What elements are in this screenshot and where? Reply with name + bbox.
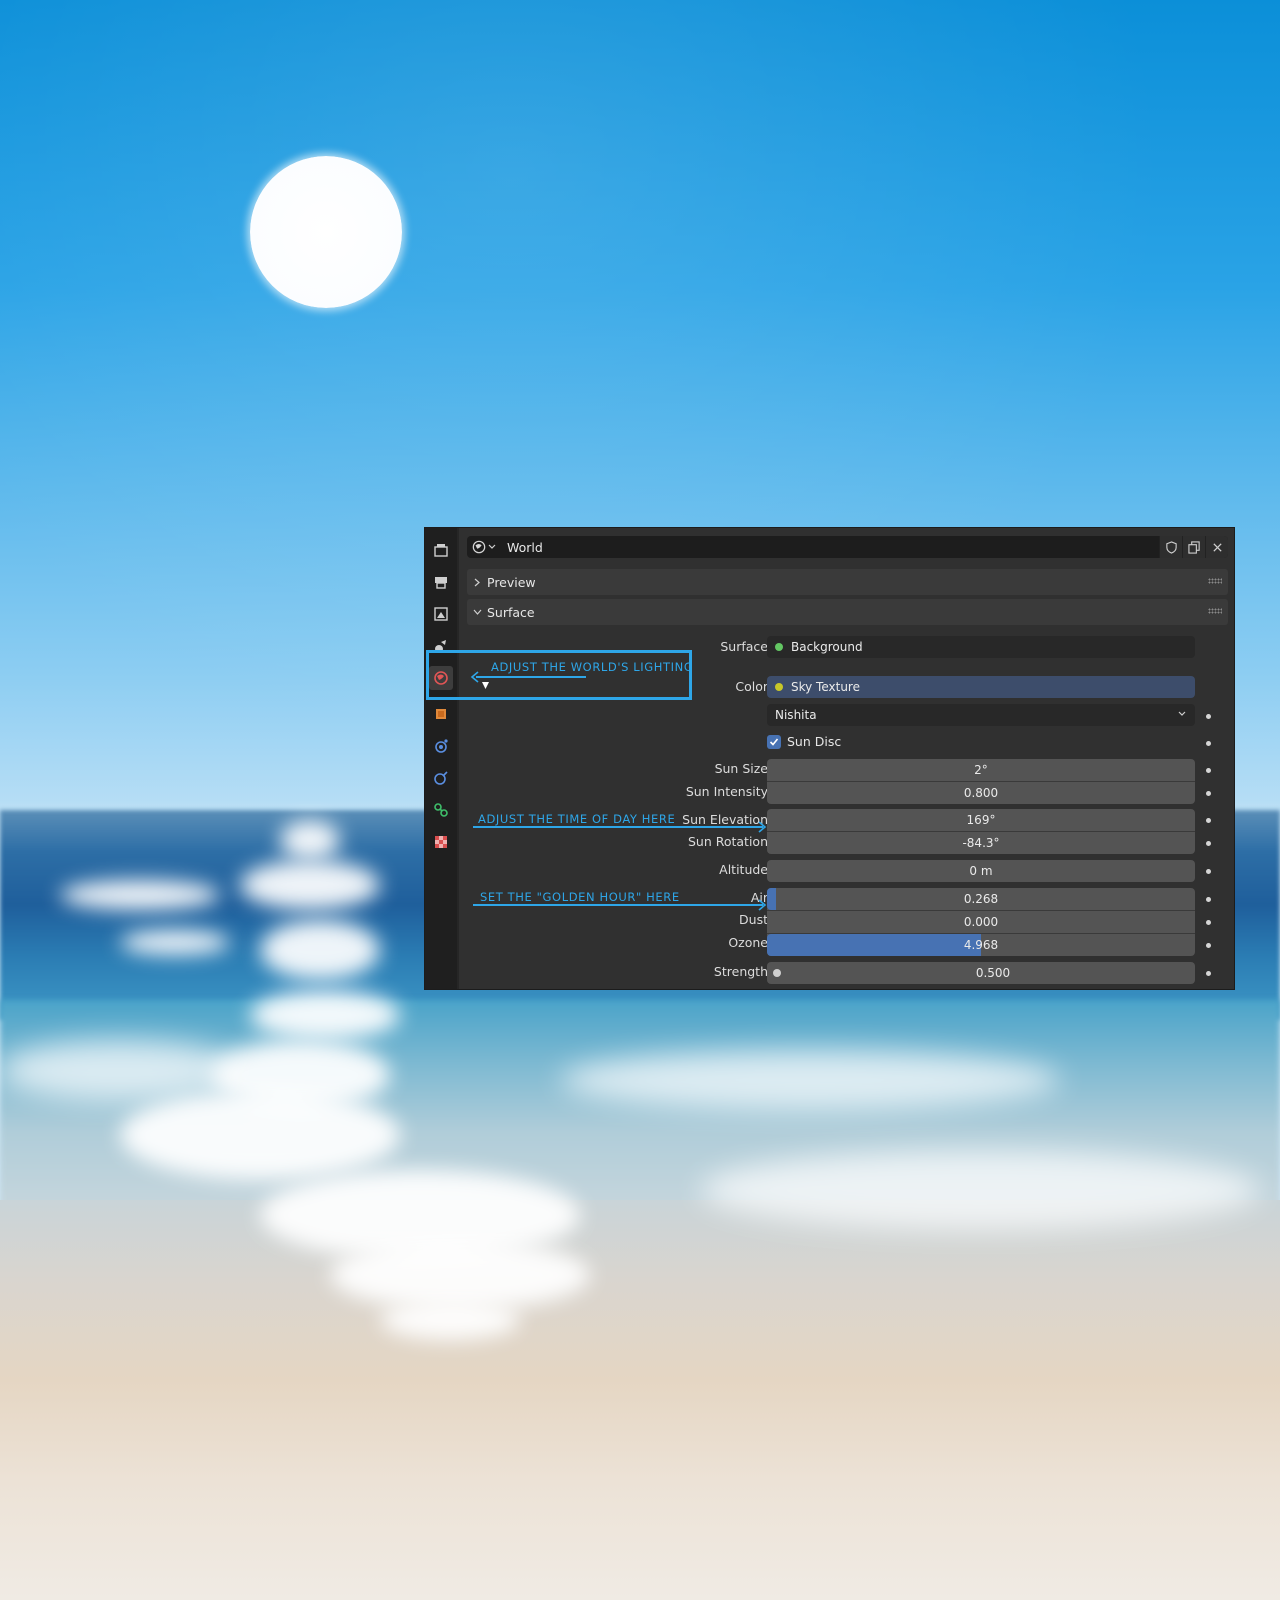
world-browse-button[interactable]: [467, 536, 501, 558]
golden-hour-annotation: SET THE "GOLDEN HOUR" HERE: [480, 890, 680, 904]
sky-type-dropdown[interactable]: Nishita: [767, 704, 1195, 726]
keyframe-dot-icon[interactable]: [1206, 943, 1211, 948]
water-glint: [260, 920, 380, 980]
sun-size-label: Sun Size: [714, 761, 768, 776]
render-tab-icon[interactable]: [429, 538, 453, 562]
view-layer-tab-icon[interactable]: [429, 602, 453, 626]
keyframe-dot-icon[interactable]: [1206, 920, 1211, 925]
duplicate-icon[interactable]: [1182, 536, 1205, 558]
color-socket-icon: [775, 683, 783, 691]
arrow-right-icon: [758, 821, 767, 833]
color-label: Color: [735, 679, 768, 694]
keyframe-dot-icon[interactable]: [1206, 971, 1211, 976]
ozone-label: Ozone: [728, 935, 768, 950]
water-glint: [380, 1300, 520, 1340]
physics-tab-icon[interactable]: [429, 766, 453, 790]
air-slider-fill: [767, 888, 776, 910]
chevron-down-icon: [473, 609, 481, 615]
texture-tab-icon[interactable]: [429, 830, 453, 854]
arrow-right-icon: [758, 899, 767, 911]
keyframe-dot-icon[interactable]: [1206, 869, 1211, 874]
object-tab-icon[interactable]: [429, 702, 453, 726]
keyframe-dot-icon[interactable]: [1206, 791, 1211, 796]
world-properties-panel: World Preview Surface Surface Background…: [424, 527, 1235, 990]
drag-handle-icon[interactable]: [1208, 608, 1222, 614]
keyframe-dot-icon[interactable]: [1206, 741, 1211, 746]
sandy-shore: [0, 1200, 1280, 1600]
world-datablock-selector: World: [467, 536, 1228, 558]
sun-intensity-field[interactable]: 0.800: [767, 782, 1195, 804]
ozone-slider[interactable]: 4.968: [767, 934, 1195, 956]
world-icon: [472, 540, 486, 554]
sun-elevation-label: Sun Elevation: [682, 812, 768, 827]
keyframe-dot-icon[interactable]: [1206, 841, 1211, 846]
altitude-label: Altitude: [719, 862, 768, 877]
golden-hour-arrow: [473, 904, 763, 906]
world-lighting-arrow: [476, 676, 586, 678]
keyframe-dot-icon[interactable]: [1206, 897, 1211, 902]
color-input-field[interactable]: Sky Texture: [767, 676, 1195, 698]
panel-body: World Preview Surface Surface Background…: [459, 528, 1234, 989]
chevron-right-icon: [474, 578, 480, 586]
altitude-field[interactable]: 0 m: [767, 860, 1195, 882]
keyframe-dot-icon[interactable]: [1206, 714, 1211, 719]
strength-socket-icon[interactable]: [773, 969, 781, 977]
sun-elevation-field[interactable]: 169°: [767, 809, 1195, 831]
water-glint: [250, 990, 400, 1040]
shader-socket-icon: [775, 643, 783, 651]
world-lighting-annotation: ADJUST THE WORLD'S LIGHTING: [491, 660, 694, 674]
wave-foam: [560, 1050, 1060, 1110]
sun-disc-checkbox[interactable]: [767, 735, 781, 749]
chevron-down-icon: [1178, 711, 1186, 716]
surface-section-title: Surface: [487, 604, 535, 620]
world-lighting-highlight-box: [426, 650, 692, 700]
surface-shader-field[interactable]: Background: [767, 636, 1195, 658]
ozone-slider-fill: [767, 934, 981, 956]
sun-intensity-label: Sun Intensity: [685, 784, 768, 799]
sun-size-field[interactable]: 2°: [767, 759, 1195, 781]
water-glint: [120, 1090, 400, 1180]
arrow-left-icon: [470, 671, 479, 683]
dust-slider[interactable]: 0.000: [767, 911, 1195, 933]
preview-section-title: Preview: [487, 574, 536, 590]
sun-rotation-label: Sun Rotation: [687, 834, 768, 849]
chevron-down-icon: [488, 544, 496, 549]
datablock-buttons: [1159, 536, 1228, 558]
air-slider[interactable]: 0.268: [767, 888, 1195, 910]
water-glint: [240, 860, 380, 910]
surface-section-header[interactable]: Surface: [467, 599, 1228, 625]
dust-label: Dust: [739, 912, 768, 927]
preview-section-header[interactable]: Preview: [467, 569, 1228, 595]
checkmark-icon: [769, 738, 779, 746]
close-icon[interactable]: [1205, 536, 1228, 558]
surface-label: Surface: [720, 639, 768, 654]
fake-user-shield-icon[interactable]: [1159, 536, 1182, 558]
keyframe-dot-icon[interactable]: [1206, 768, 1211, 773]
time-of-day-annotation: ADJUST THE TIME OF DAY HERE: [478, 812, 676, 826]
sun-disc-label: Sun Disc: [787, 734, 842, 749]
sun-rotation-field[interactable]: -84.3°: [767, 832, 1195, 854]
wave-foam: [0, 1040, 240, 1100]
water-glint: [60, 880, 220, 910]
sun-disc: [250, 156, 402, 308]
modifiers-tab-icon[interactable]: [429, 734, 453, 758]
wave-foam: [700, 1150, 1260, 1230]
cursor-arrow-icon: [482, 682, 489, 689]
world-name-field[interactable]: World: [507, 540, 543, 555]
keyframe-dot-icon[interactable]: [1206, 818, 1211, 823]
water-glint: [120, 930, 230, 955]
strength-field[interactable]: 0.500: [767, 962, 1195, 984]
drag-handle-icon[interactable]: [1208, 578, 1222, 584]
time-of-day-arrow: [473, 826, 763, 828]
constraints-tab-icon[interactable]: [429, 798, 453, 822]
output-tab-icon[interactable]: [429, 570, 453, 594]
strength-label: Strength: [713, 964, 768, 979]
properties-tab-bar: [425, 528, 457, 989]
water-glint: [280, 820, 340, 860]
